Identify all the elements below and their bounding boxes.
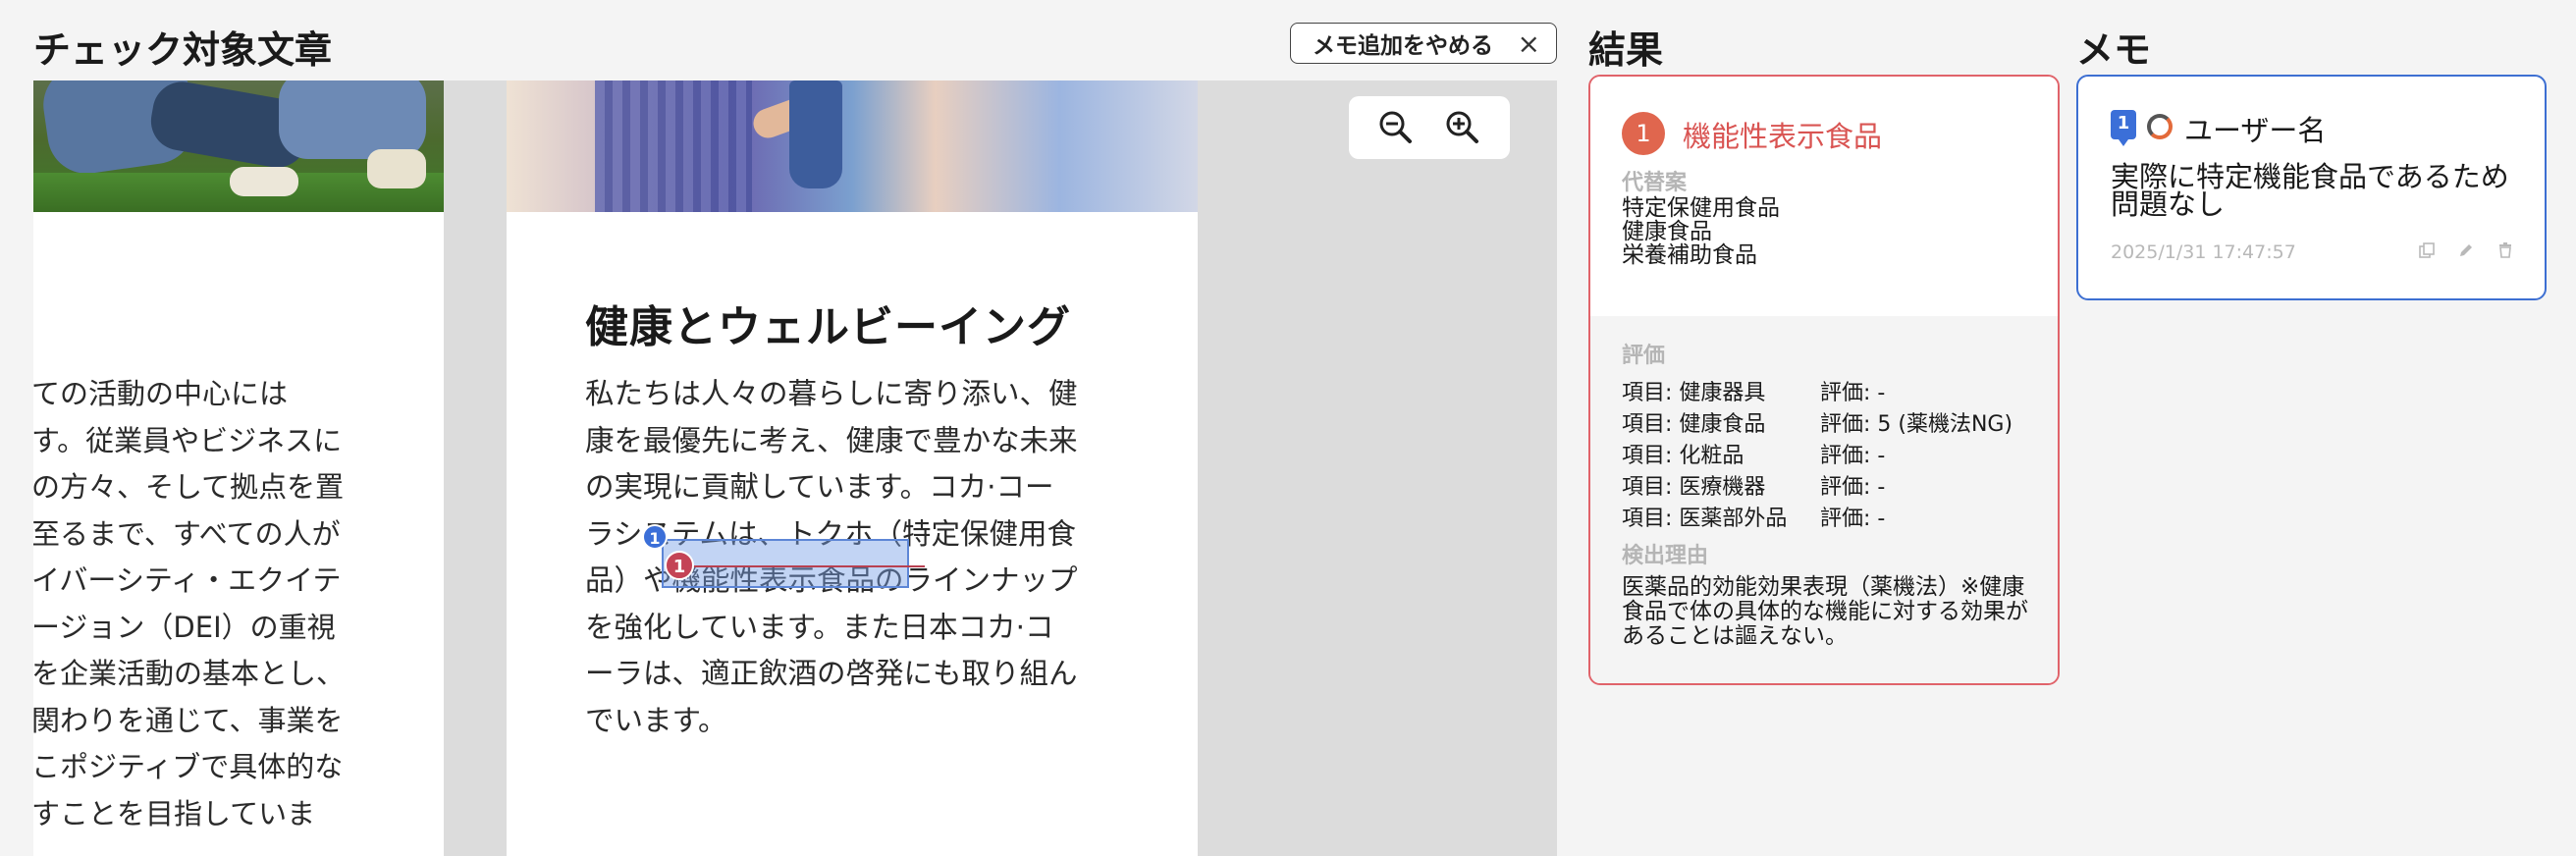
evaluation-item: 項目: 医療機器 [1622,475,1766,500]
left-page-line: こポジティブで具体的な [33,750,344,783]
alternative-item: 栄養補助食品 [1622,242,1757,268]
left-page-line: すことを目指していま [33,796,316,830]
evaluation-row: 項目: 医薬部外品 評価: - [1622,501,1885,532]
left-page-line: 関わりを通じて、事業を [33,703,344,737]
delete-memo-button[interactable] [2493,238,2518,263]
document-page-right: 健康とウェルビーイング 私たちは人々の暮らしに寄り添い、健 康を最優先に考え、健… [507,80,1198,856]
left-page-line: ての活動の中心には [33,377,289,410]
evaluation-score: 評価: - [1820,475,1886,500]
evaluation-score: 評価: - [1820,507,1886,531]
results-title: 結果 [1588,28,1664,72]
edit-icon [2460,244,2472,256]
document-body[interactable]: 私たちは人々の暮らしに寄り添い、健 康を最優先に考え、健康で豊かな未来 の実現に… [585,371,1078,744]
body-line: ーラは、適正飲酒の啓発にも取り組ん [585,657,1078,690]
evaluation-item: 項目: 化粧品 [1622,444,1744,468]
left-page-line: の方々、そして拠点を置 [33,470,345,504]
memo-user-name: ユーザー名 [2184,114,2327,147]
evaluation-row: 項目: 医療機器 評価: - [1622,469,1885,501]
evaluation-row: 項目: 化粧品 評価: - [1622,438,1885,469]
copy-memo-button[interactable] [2414,238,2440,263]
body-line: 康を最優先に考え、健康で豊かな未来 [585,423,1078,457]
document-page-left: ての活動の中心には す。従業員やビジネスに の方々、そして拠点を置 至るまで、す… [33,80,444,856]
evaluation-label: 評価 [1622,344,1666,368]
zoom-controls [1349,96,1510,159]
stop-adding-memo-button[interactable]: メモ追加をやめる × [1290,23,1557,64]
result-underline [677,565,925,567]
memo-timestamp: 2025/1/31 17:47:57 [2111,241,2296,263]
left-page-line: す。従業員やビジネスに [33,423,343,457]
alternatives-label: 代替案 [1622,171,1688,195]
zoom-in-button[interactable] [1438,103,1487,152]
memo-number-pin: 1 [2111,110,2136,146]
evaluation-row: 項目: 健康食品 評価: 5 (薬機法NG) [1622,406,2012,438]
body-line: 私たちは人々の暮らしに寄り添い、健 [585,377,1078,410]
detection-reason: 医薬品的効能効果表現（薬機法）※健康食品で体の具体的な機能に対する効果があること… [1622,574,2028,649]
zoom-in-icon [1446,111,1478,143]
left-page-text: ての活動の中心には す。従業員やビジネスに の方々、そして拠点を置 至るまで、す… [33,371,345,837]
result-card-top: 1 機能性表示食品 代替案 特定保健用食品 健康食品 栄養補助食品 [1590,77,2058,316]
edit-memo-button[interactable] [2453,238,2479,263]
document-viewer[interactable]: ての活動の中心には す。従業員やビジネスに の方々、そして拠点を置 至るまで、す… [33,80,1557,856]
evaluation-item: 項目: 医薬部外品 [1622,507,1788,531]
evaluation-item: 項目: 健康器具 [1622,381,1766,405]
left-page-line: ージョン（DEI）の重視 [33,610,336,644]
evaluation-score: 評価: 5 (薬機法NG) [1820,412,2013,437]
alternatives-list: 特定保健用食品 健康食品 栄養補助食品 [1622,196,1780,267]
evaluation-score: 評価: - [1820,444,1886,468]
close-icon: × [1517,27,1540,60]
zoom-out-button[interactable] [1371,103,1421,152]
memo-marker[interactable]: 1 [642,524,668,550]
evaluation-score: 評価: - [1820,381,1886,405]
evaluation-row: 項目: 健康器具 評価: - [1622,375,1885,406]
stop-adding-memo-label: メモ追加をやめる [1313,33,1493,59]
left-page-line: を企業活動の基本とし、 [33,657,346,690]
document-heading: 健康とウェルビーイング [585,302,1071,352]
left-page-line: イバーシティ・エクイテ [33,563,342,597]
memo-text: 実際に特定機能食品であるため問題なし [2111,160,2509,221]
result-card[interactable]: 1 機能性表示食品 代替案 特定保健用食品 健康食品 栄養補助食品 評価 項目:… [1588,75,2060,685]
result-number-badge: 1 [1622,112,1665,155]
body-line: でいます。 [585,703,727,737]
user-avatar [2147,114,2173,139]
check-target-title: チェック対象文章 [33,28,333,72]
evaluation-item: 項目: 健康食品 [1622,412,1766,437]
alternative-item: 健康食品 [1622,219,1712,244]
reason-label: 検出理由 [1622,544,1709,568]
result-marker[interactable]: 1 [665,551,694,580]
memo-card[interactable]: 1 ユーザー名 実際に特定機能食品であるため問題なし 2025/1/31 17:… [2076,75,2547,300]
left-page-line: 至るまで、すべての人が [33,516,341,551]
people-drinking-photo [507,80,1198,212]
copy-icon [2419,242,2435,258]
body-line: を強化しています。また日本コカ·コ [585,610,1054,644]
alternative-item: 特定保健用食品 [1622,195,1780,221]
body-line: の実現に貢献しています。コカ·コー [585,470,1054,504]
memo-title: メモ [2076,28,2152,72]
result-term: 機能性表示食品 [1683,120,1883,153]
people-on-grass-photo [33,80,444,212]
result-card-details: 評価 項目: 健康器具 評価: - 項目: 健康食品 評価: 5 (薬機法NG) 項… [1590,316,2058,683]
zoom-out-icon [1379,111,1412,143]
delete-icon [2499,242,2511,258]
